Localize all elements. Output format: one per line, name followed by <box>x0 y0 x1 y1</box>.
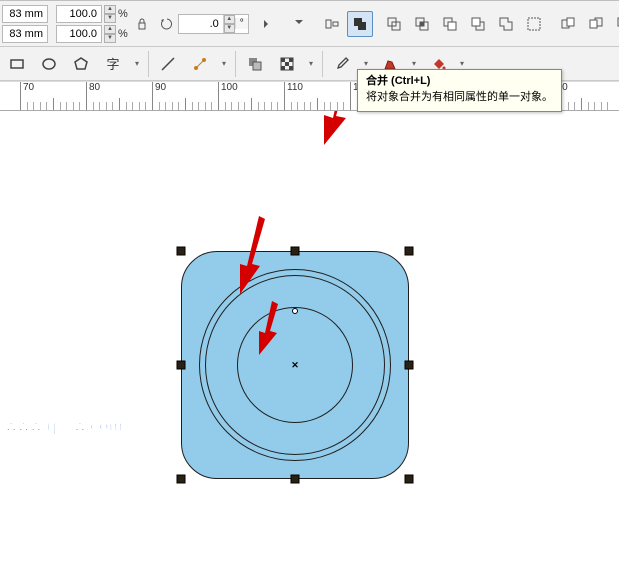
rotation-field[interactable]: .0 ▲▼ ° <box>178 14 249 34</box>
separator <box>322 51 323 77</box>
eyedropper-tool-button[interactable] <box>329 51 355 77</box>
text-tool-dropdown[interactable] <box>132 59 142 68</box>
separator <box>235 51 236 77</box>
node-tool-button[interactable] <box>187 51 213 77</box>
combine-a-button[interactable] <box>555 11 581 37</box>
object-size: 83 mm 83 mm <box>2 5 48 43</box>
canvas[interactable]: www.rjzxw.com <box>0 111 619 586</box>
eyedropper-dropdown[interactable] <box>361 59 371 68</box>
watermark: www.rjzxw.com <box>5 418 123 436</box>
scale-x-field[interactable]: 100.0 <box>56 5 102 23</box>
line-tool-button[interactable] <box>155 51 181 77</box>
scale-y-spinner[interactable]: ▲▼ <box>104 25 116 43</box>
overlap-tool-button[interactable] <box>242 51 268 77</box>
boundary-button[interactable] <box>521 11 547 37</box>
annotation-arrow-3 <box>248 301 288 360</box>
mirror-vertical-button[interactable] <box>285 11 311 37</box>
polygon-tool-button[interactable] <box>68 51 94 77</box>
pattern-tool-dropdown[interactable] <box>306 59 316 68</box>
svg-text:字: 字 <box>106 57 119 72</box>
tooltip: 合并 (Ctrl+L) 将对象合并为有相同属性的单一对象。 <box>357 69 562 112</box>
height-field[interactable]: 83 mm <box>2 25 48 43</box>
annotation-arrow-1 <box>300 111 360 154</box>
align-button[interactable] <box>319 11 345 37</box>
mirror-horizontal-button[interactable] <box>257 11 283 37</box>
text-tool-button[interactable]: 字 <box>100 51 126 77</box>
intersect-button[interactable] <box>409 11 435 37</box>
simplify-c-button[interactable] <box>493 11 519 37</box>
trim-button[interactable] <box>381 11 407 37</box>
separator <box>148 51 149 77</box>
rotation-icon <box>160 17 174 31</box>
scale-x-spinner[interactable]: ▲▼ <box>104 5 116 23</box>
object-scale: 100.0 ▲▼ % 100.0 ▲▼ % <box>56 5 128 43</box>
ellipse-tool-button[interactable] <box>36 51 62 77</box>
width-field[interactable]: 83 mm <box>2 5 48 23</box>
selected-object[interactable] <box>181 251 409 479</box>
simplify-a-button[interactable] <box>437 11 463 37</box>
simplify-b-button[interactable] <box>465 11 491 37</box>
combine-c-button[interactable] <box>611 11 619 37</box>
tooltip-title: 合并 (Ctrl+L) <box>366 74 553 89</box>
tooltip-body: 将对象合并为有相同属性的单一对象。 <box>366 90 553 105</box>
lock-ratio-button[interactable] <box>132 11 152 37</box>
property-bar: 83 mm 83 mm 100.0 ▲▼ % 100.0 ▲▼ % .0 ▲▼ … <box>0 1 619 47</box>
pen-dropdown[interactable] <box>409 59 419 68</box>
weld-button[interactable] <box>347 11 373 37</box>
pattern-tool-button[interactable] <box>274 51 300 77</box>
fill-dropdown[interactable] <box>457 59 467 68</box>
annotation-arrow-2 <box>225 216 275 299</box>
combine-b-button[interactable] <box>583 11 609 37</box>
scale-y-field[interactable]: 100.0 <box>56 25 102 43</box>
node-tool-dropdown[interactable] <box>219 59 229 68</box>
rectangle-tool-button[interactable] <box>4 51 30 77</box>
